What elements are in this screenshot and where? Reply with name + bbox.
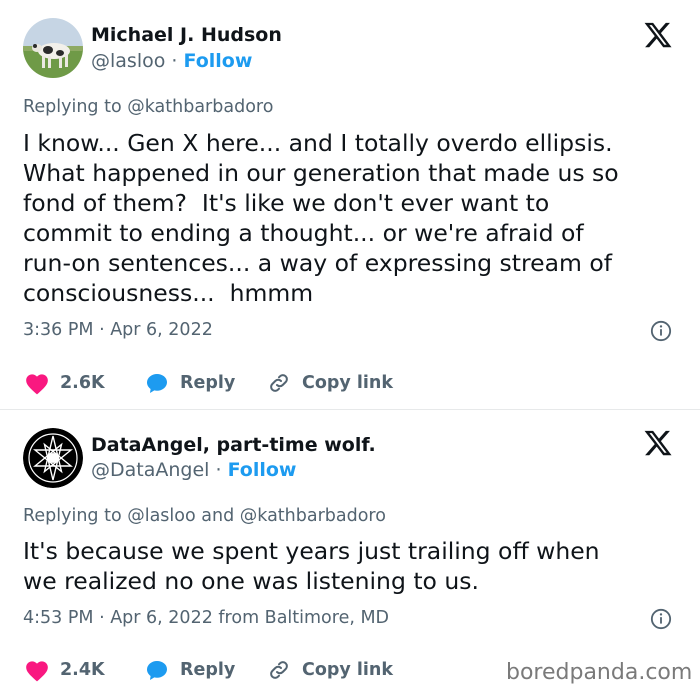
heart-icon xyxy=(26,374,48,395)
follow-button[interactable]: Follow xyxy=(184,50,253,72)
author-handle[interactable]: @lasloo xyxy=(91,50,165,72)
link-icon xyxy=(270,374,288,392)
x-logo-icon[interactable] xyxy=(643,428,673,458)
avatar-cow-image xyxy=(23,18,83,78)
avatar-star-image xyxy=(23,428,83,488)
author-name[interactable]: Michael J. Hudson xyxy=(91,24,282,46)
action-bar: 2.6K Reply Copy link xyxy=(24,369,444,397)
reply-button[interactable]: Reply xyxy=(144,369,235,397)
reply-button[interactable]: Reply xyxy=(144,656,235,684)
separator: · xyxy=(215,459,222,481)
like-count: 2.6K xyxy=(60,373,105,393)
heart-icon xyxy=(26,661,48,682)
avatar[interactable] xyxy=(23,428,83,488)
avatar[interactable] xyxy=(23,18,83,78)
replying-to[interactable]: Replying to @kathbarbadoro xyxy=(23,97,273,117)
replying-to[interactable]: Replying to @lasloo and @kathbarbadoro xyxy=(23,506,386,526)
copy-link-button[interactable]: Copy link xyxy=(266,369,393,397)
watermark: boredpanda.com xyxy=(506,660,693,685)
handle-line: @lasloo · Follow xyxy=(91,50,252,72)
copy-link-button[interactable]: Copy link xyxy=(266,656,393,684)
tweet-text: It's because we spent years just trailin… xyxy=(23,537,600,595)
author-name[interactable]: DataAngel, part-time wolf. xyxy=(91,434,376,456)
copy-link-label: Copy link xyxy=(302,660,393,680)
tweet-card: Michael J. Hudson @lasloo · Follow Reply… xyxy=(0,0,700,410)
tweet-text: I know... Gen X here... and I totally ov… xyxy=(23,129,619,307)
timestamp[interactable]: 4:53 PM · Apr 6, 2022 from Baltimore, MD xyxy=(23,608,389,628)
link-icon xyxy=(270,661,288,679)
reply-bubble-icon xyxy=(147,374,167,393)
reply-label: Reply xyxy=(180,660,236,680)
follow-button[interactable]: Follow xyxy=(228,459,297,481)
action-bar: 2.4K Reply Copy link xyxy=(24,656,444,684)
handle-line: @DataAngel · Follow xyxy=(91,459,296,481)
like-count: 2.4K xyxy=(60,660,105,680)
info-icon[interactable] xyxy=(650,608,672,630)
separator: · xyxy=(171,50,178,72)
info-icon[interactable] xyxy=(650,320,672,342)
tweet-card: DataAngel, part-time wolf. @DataAngel · … xyxy=(0,410,700,697)
like-button[interactable]: 2.6K xyxy=(24,369,105,397)
reply-bubble-icon xyxy=(147,661,167,680)
copy-link-label: Copy link xyxy=(302,373,393,393)
like-button[interactable]: 2.4K xyxy=(24,656,105,684)
author-handle[interactable]: @DataAngel xyxy=(91,459,209,481)
reply-label: Reply xyxy=(180,373,236,393)
x-logo-icon[interactable] xyxy=(643,20,673,50)
timestamp[interactable]: 3:36 PM · Apr 6, 2022 xyxy=(23,320,213,340)
